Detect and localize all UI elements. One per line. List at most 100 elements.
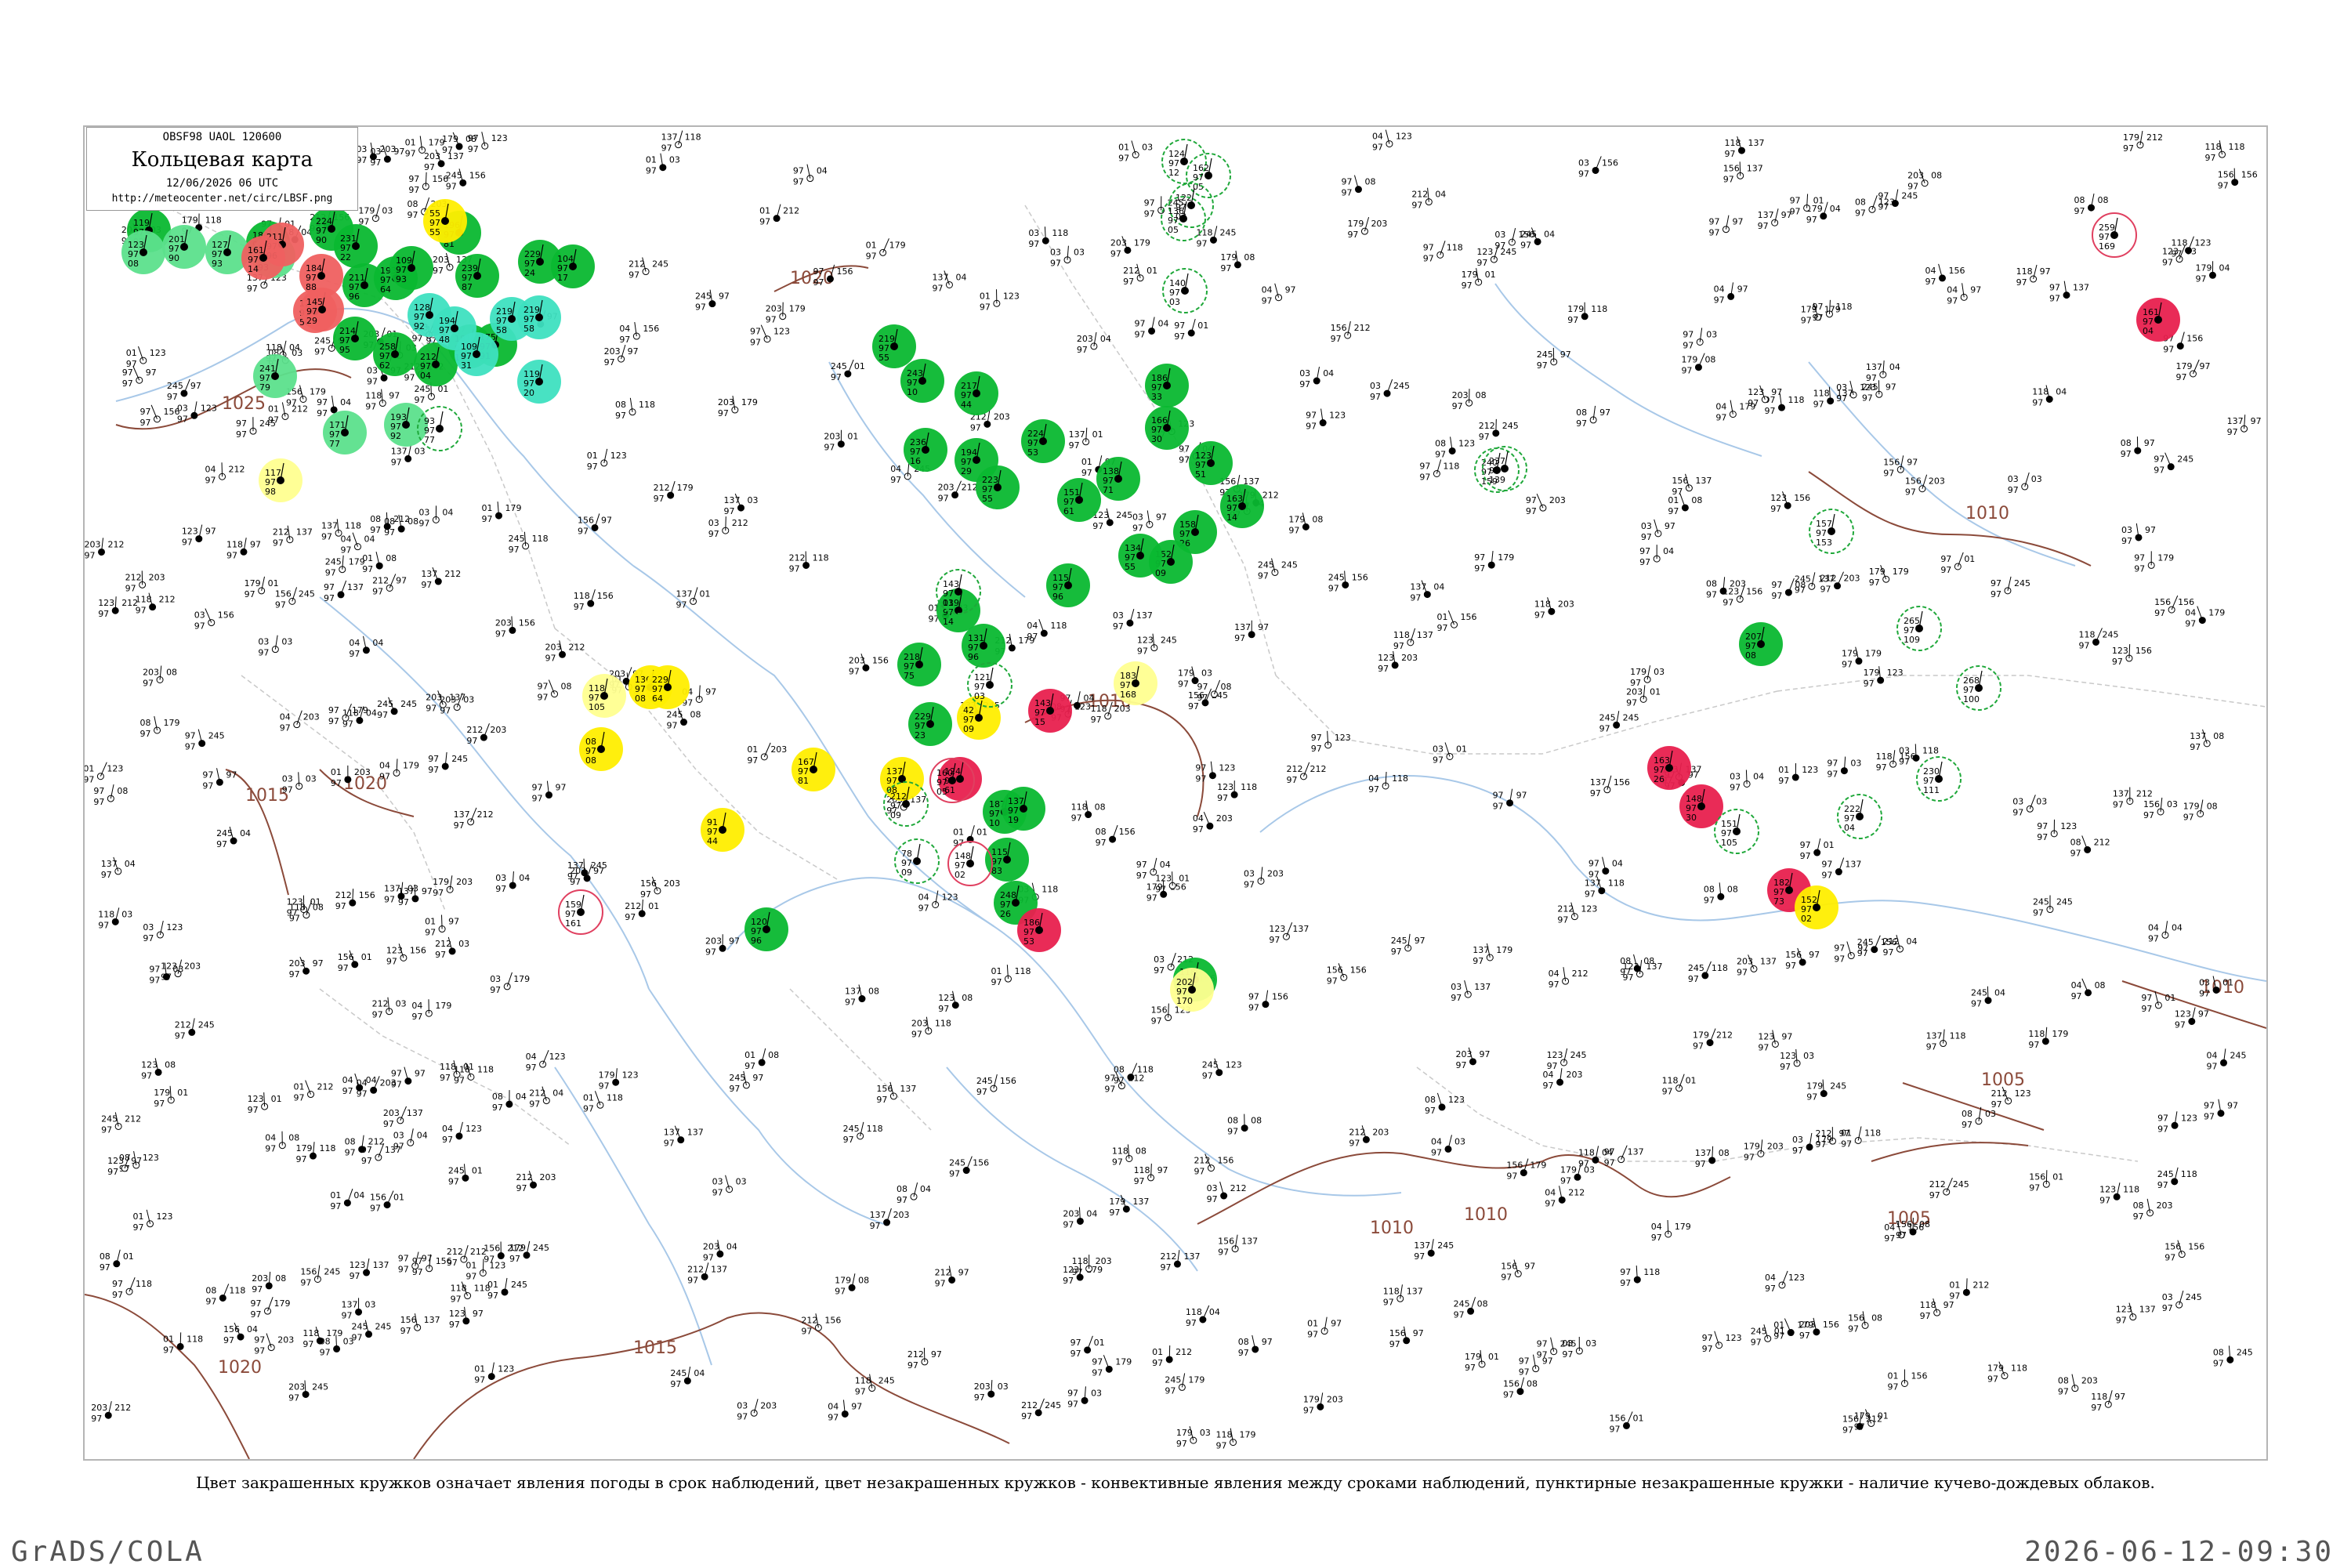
station-open-green-circle[interactable]: 1409703	[1163, 269, 1207, 313]
svg-text:179: 179	[1854, 1410, 1871, 1421]
station-green-circle[interactable]: 1869733	[1145, 364, 1189, 407]
svg-text:97: 97	[85, 550, 96, 560]
station-crimson-circle[interactable]: 1619704	[2136, 298, 2180, 342]
svg-text:156: 156	[1218, 1237, 1234, 1247]
station-open-green-circle[interactable]: 23797139	[1483, 447, 1527, 491]
station-green-circle[interactable]: 2299723	[908, 702, 952, 746]
station-yellow-circle[interactable]: 1529702	[1795, 885, 1838, 929]
station-green-circle[interactable]: 1049717	[551, 244, 595, 288]
station-green-circle[interactable]: 2439710	[900, 359, 944, 403]
station-open-green-circle[interactable]: 26897100	[1957, 666, 2001, 710]
station-green-circle[interactable]: 2399787	[455, 254, 499, 298]
source-url[interactable]: http://meteocenter.net/circ/LBSF.png	[87, 193, 357, 205]
station-teal-circle[interactable]: 1099731	[455, 332, 498, 376]
svg-text:03: 03	[1370, 381, 1381, 391]
station-yellow-circle[interactable]: 2299764	[646, 665, 690, 709]
station-green-circle[interactable]: 2239755	[976, 465, 1020, 509]
station-green-circle[interactable]: 1319796	[962, 624, 1005, 668]
station-open-green-circle[interactable]: 2229704	[1838, 795, 1882, 838]
station-green-circle[interactable]: 1379719	[1002, 787, 1045, 831]
station-plot: 0197212	[294, 1081, 334, 1103]
station-pale-yellow-circle[interactable]: 11897105	[582, 674, 626, 718]
station-green-circle[interactable]: 1209796	[744, 907, 788, 951]
station-plot: 049797	[828, 1400, 862, 1422]
station-light-green-circle[interactable]: 2419779	[253, 354, 297, 398]
svg-text:212: 212	[435, 939, 451, 949]
station-plot: 17997203	[1347, 217, 1387, 240]
svg-text:179: 179	[403, 760, 419, 770]
svg-text:123: 123	[549, 1052, 566, 1062]
svg-text:97: 97	[1067, 1399, 1078, 1409]
station-crimson-circle[interactable]: 1639726	[1647, 746, 1691, 790]
svg-text:97: 97	[1151, 1016, 1162, 1027]
station-green-circle[interactable]: 1519761	[1057, 478, 1101, 522]
svg-text:245: 245	[324, 1266, 340, 1276]
station-green-circle[interactable]: 2199755	[872, 324, 916, 368]
svg-text:97: 97	[1730, 782, 1741, 792]
station-green-circle[interactable]: 1239751	[1189, 441, 1233, 485]
station-green-circle[interactable]: 2249753	[1021, 419, 1065, 463]
station-green-circle[interactable]: 1639714	[1220, 484, 1264, 528]
station-open-red-circle[interactable]: 15997161	[559, 890, 603, 934]
station-green-circle[interactable]: 1349755	[1118, 534, 1162, 578]
station-green-circle[interactable]: 2319722	[334, 224, 378, 268]
svg-text:179: 179	[1462, 270, 1478, 280]
station-green-circle[interactable]: 1389771	[1096, 457, 1140, 501]
svg-text:97: 97	[2154, 465, 2164, 476]
station-red-circle[interactable]: 1619714	[241, 236, 285, 280]
svg-text:97: 97	[317, 397, 328, 407]
station-red-circle[interactable]: 1849788	[299, 254, 343, 298]
station-light-green-circle[interactable]: 1239708	[121, 230, 165, 274]
station-green-circle[interactable]: 2589762	[373, 332, 417, 376]
station-green-circle[interactable]: 2189775	[897, 643, 941, 686]
station-open-green-circle[interactable]: 23097111	[1917, 757, 1961, 801]
svg-text:97: 97	[1419, 461, 1430, 471]
svg-text:97: 97	[1419, 472, 1430, 482]
station-plot: 2039701	[824, 430, 858, 453]
station-green-circle[interactable]: 1159796	[1046, 563, 1090, 607]
station-yellow-circle[interactable]: 919744	[701, 808, 744, 852]
station-crimson-circle[interactable]: 1439715	[1028, 689, 1072, 733]
svg-text:137: 137	[421, 569, 437, 579]
svg-text:01: 01	[646, 155, 657, 165]
station-green-circle[interactable]: 2079708	[1739, 622, 1783, 666]
station-green-circle[interactable]: 2369716	[904, 428, 947, 472]
station-teal-circle[interactable]: 2199758	[517, 295, 561, 339]
station-yellow-circle[interactable]: 1679781	[792, 748, 835, 791]
station-open-green-circle[interactable]: 789709	[895, 839, 939, 883]
station-pale-yellow-circle[interactable]: 20297170	[1170, 968, 1214, 1012]
station-green-circle[interactable]: 2149795	[333, 317, 377, 360]
station-value: 79	[259, 382, 270, 393]
station-yellow-circle[interactable]: 429709	[957, 696, 1001, 740]
svg-text:97: 97	[1110, 248, 1121, 259]
station-open-green-circle[interactable]: 15797153	[1809, 509, 1853, 553]
station-light-green-circle[interactable]: 2019790	[162, 225, 206, 269]
station-teal-circle[interactable]: 1199720	[517, 360, 561, 404]
station-yellow-circle[interactable]: 559755	[423, 199, 467, 243]
svg-text:97: 97	[454, 820, 465, 831]
svg-text:123: 123	[98, 598, 114, 608]
station-open-red-circle[interactable]: 25997169	[2092, 213, 2136, 257]
station-value: 03	[1169, 297, 1180, 307]
station-green-circle[interactable]: 2179744	[955, 371, 998, 415]
svg-text:137: 137	[2227, 416, 2244, 426]
station-pale-yellow-circle[interactable]: 18397168	[1114, 661, 1157, 705]
svg-text:179: 179	[1865, 649, 1882, 659]
station-yellow-circle[interactable]: 089708	[579, 727, 623, 771]
station-crimson-circle[interactable]: 1869753	[1017, 908, 1061, 952]
station-green-circle[interactable]: 1099793	[389, 246, 433, 290]
svg-text:08: 08	[1855, 197, 1866, 207]
station-pale-yellow-circle[interactable]: 1179798	[259, 458, 302, 502]
station-open-green-circle[interactable]: 26597109	[1897, 607, 1941, 650]
svg-text:97: 97	[2164, 1253, 2175, 1263]
svg-text:97: 97	[1077, 345, 1088, 355]
station-green-circle[interactable]: 1669730	[1145, 406, 1189, 450]
svg-text:97: 97	[824, 443, 835, 453]
station-plot: 2039797	[604, 345, 639, 368]
station-open-green-circle[interactable]: 15197105	[1715, 809, 1759, 853]
svg-text:97: 97	[2175, 1019, 2186, 1030]
svg-text:97: 97	[640, 889, 651, 900]
station-light-green-circle[interactable]: 1719777	[323, 411, 367, 454]
svg-text:203: 203	[1929, 476, 1945, 487]
station-plot: 0497203	[1193, 812, 1233, 835]
